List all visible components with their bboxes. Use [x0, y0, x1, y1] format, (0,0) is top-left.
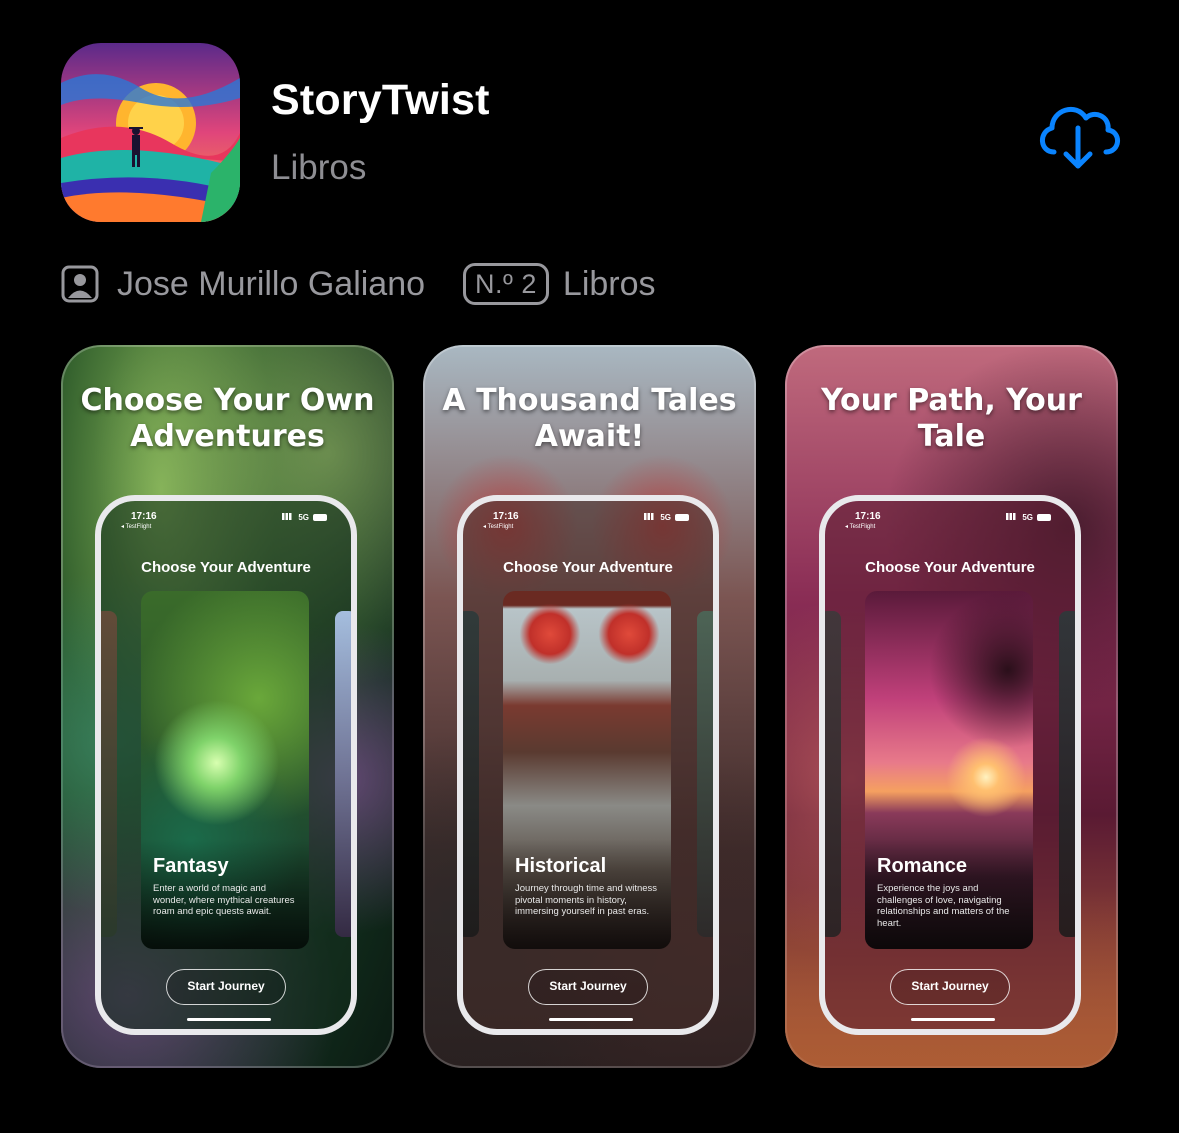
status-bar: 17:16 ◂ TestFlight 5G: [479, 511, 697, 533]
phone-heading: Choose Your Adventure: [141, 559, 311, 576]
app-title: StoryTwist: [271, 76, 490, 124]
signal-icon: [644, 513, 657, 520]
side-card-right: [697, 611, 713, 937]
meta-row: Jose Murillo Galiano N.º 2 Libros: [61, 262, 656, 306]
status-back: ◂ TestFlight: [845, 524, 876, 530]
start-journey-button[interactable]: Start Journey: [528, 969, 648, 1005]
person-square-icon: [61, 265, 99, 303]
cloud-download-icon[interactable]: [1032, 92, 1124, 174]
app-category: Libros: [271, 148, 367, 187]
signal-icon: [1006, 513, 1019, 520]
screenshot-fantasy[interactable]: Choose Your Own Adventures 17:16 ◂ TestF…: [61, 345, 394, 1068]
status-time: 17:16: [855, 511, 881, 522]
battery-icon: [675, 514, 689, 522]
side-card-right: [335, 611, 351, 937]
phone-mockup: 17:16 ◂ TestFlight 5G Choose Your Advent…: [457, 495, 719, 1035]
status-indicators: 5G: [644, 513, 689, 522]
screenshot-romance[interactable]: Your Path, Your Tale 17:16 ◂ TestFlight …: [785, 345, 1118, 1068]
status-back: ◂ TestFlight: [483, 524, 514, 530]
start-journey-button[interactable]: Start Journey: [166, 969, 286, 1005]
genre-card[interactable]: Romance Experience the joys and challeng…: [865, 591, 1033, 949]
signal-icon: [282, 513, 295, 520]
status-indicators: 5G: [282, 513, 327, 522]
phone-mockup: 17:16 ◂ TestFlight 5G Choose Your Advent…: [95, 495, 357, 1035]
developer-link[interactable]: Jose Murillo Galiano: [117, 265, 425, 304]
status-back: ◂ TestFlight: [121, 524, 152, 530]
status-indicators: 5G: [1006, 513, 1051, 522]
phone-heading: Choose Your Adventure: [503, 559, 673, 576]
card-title: Romance: [877, 855, 968, 877]
app-icon[interactable]: [61, 43, 240, 222]
side-card-left: [101, 611, 117, 937]
screenshot-historical[interactable]: A Thousand Tales Await! 17:16 ◂ TestFlig…: [423, 345, 756, 1068]
side-card-left: [825, 611, 841, 937]
network-label: 5G: [298, 513, 309, 522]
rank-badge: N.º 2: [463, 263, 549, 305]
genre-card[interactable]: Fantasy Enter a world of magic and wonde…: [141, 591, 309, 949]
start-journey-button[interactable]: Start Journey: [890, 969, 1010, 1005]
card-description: Enter a world of magic and wonder, where…: [153, 883, 295, 917]
screenshot-headline: Choose Your Own Adventures: [80, 383, 375, 454]
phone-mockup: 17:16 ◂ TestFlight 5G Choose Your Advent…: [819, 495, 1081, 1035]
card-description: Journey through time and witness pivotal…: [515, 883, 658, 917]
network-label: 5G: [1022, 513, 1033, 522]
rank-category[interactable]: Libros: [563, 265, 656, 304]
screenshot-headline: Your Path, Your Tale: [821, 383, 1082, 454]
home-indicator: [187, 1018, 271, 1021]
home-indicator: [549, 1018, 633, 1021]
phone-heading: Choose Your Adventure: [865, 559, 1035, 576]
card-title: Historical: [515, 855, 607, 877]
home-indicator: [911, 1018, 995, 1021]
genre-card[interactable]: Historical Journey through time and witn…: [503, 591, 671, 949]
sunset-traveler-icon: [61, 43, 240, 222]
side-card-left: [463, 611, 479, 937]
status-bar: 17:16 ◂ TestFlight 5G: [117, 511, 335, 533]
battery-icon: [1037, 514, 1051, 522]
battery-icon: [313, 514, 327, 522]
network-label: 5G: [660, 513, 671, 522]
status-bar: 17:16 ◂ TestFlight 5G: [841, 511, 1059, 533]
card-title: Fantasy: [153, 855, 229, 877]
status-time: 17:16: [493, 511, 519, 522]
status-time: 17:16: [131, 511, 157, 522]
side-card-right: [1059, 611, 1075, 937]
card-description: Experience the joys and challenges of lo…: [877, 883, 1010, 929]
screenshot-headline: A Thousand Tales Await!: [442, 383, 737, 454]
